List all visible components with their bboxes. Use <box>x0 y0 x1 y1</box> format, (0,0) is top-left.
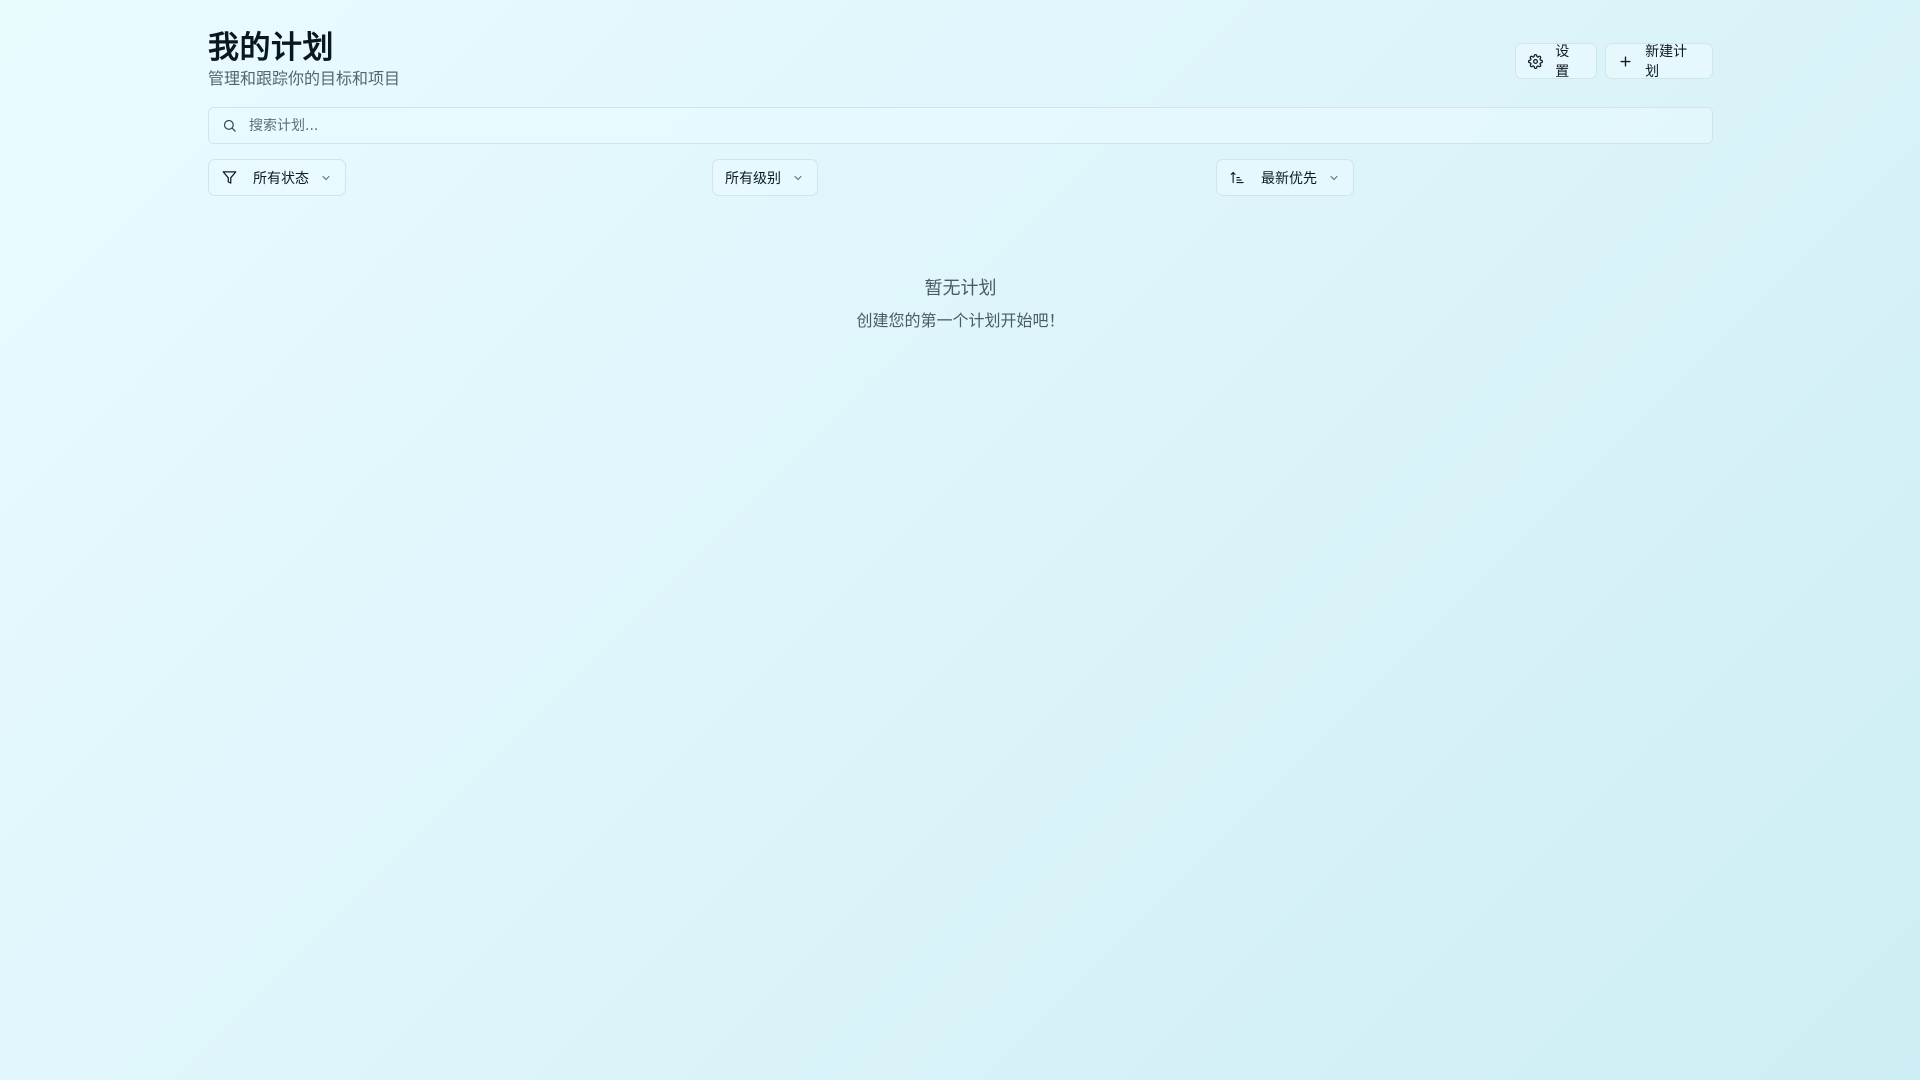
status-filter-value: 所有状态 <box>253 170 309 187</box>
sort-select[interactable]: 最新优先 <box>1216 159 1354 196</box>
search-input[interactable] <box>249 117 1649 134</box>
sort-value: 最新优先 <box>1261 170 1317 187</box>
search-icon <box>221 118 237 134</box>
settings-button-label: 设置 <box>1555 44 1570 80</box>
plans-page: 我的计划 管理和跟踪你的目标和项目 设置 新建计划 搜索计划... 所有状态 所… <box>208 0 1713 330</box>
settings-button[interactable]: 设置 <box>1515 43 1597 80</box>
chevron-down-icon <box>1327 171 1341 185</box>
chevron-down-icon <box>791 171 805 185</box>
empty-state-description: 创建您的第一个计划开始吧！ <box>856 311 1065 330</box>
search-bar <box>208 107 1713 144</box>
filter-bar: 所有状态 所有级别 最新优先 <box>208 159 1713 197</box>
filter-icon <box>221 170 237 186</box>
gear-icon <box>1528 53 1544 69</box>
sort-icon <box>1229 170 1245 186</box>
chevron-down-icon <box>319 171 333 185</box>
header-actions: 设置 新建计划 <box>1515 43 1713 80</box>
page-subtitle: 管理和跟踪你的目标和项目 <box>208 69 401 88</box>
status-filter-select[interactable]: 所有状态 <box>208 159 346 196</box>
level-filter-select[interactable]: 所有级别 <box>712 159 818 196</box>
page-title: 我的计划 <box>208 30 334 66</box>
new-plan-button-label: 新建计划 <box>1645 44 1688 80</box>
plus-icon <box>1618 53 1633 69</box>
level-filter-value: 所有级别 <box>725 170 781 187</box>
empty-state: 暂无计划 创建您的第一个计划开始吧！ <box>208 276 1713 332</box>
empty-state-title: 暂无计划 <box>924 278 997 299</box>
page-header: 我的计划 管理和跟踪你的目标和项目 设置 新建计划 <box>208 0 1713 105</box>
new-plan-button[interactable]: 新建计划 <box>1605 43 1713 80</box>
